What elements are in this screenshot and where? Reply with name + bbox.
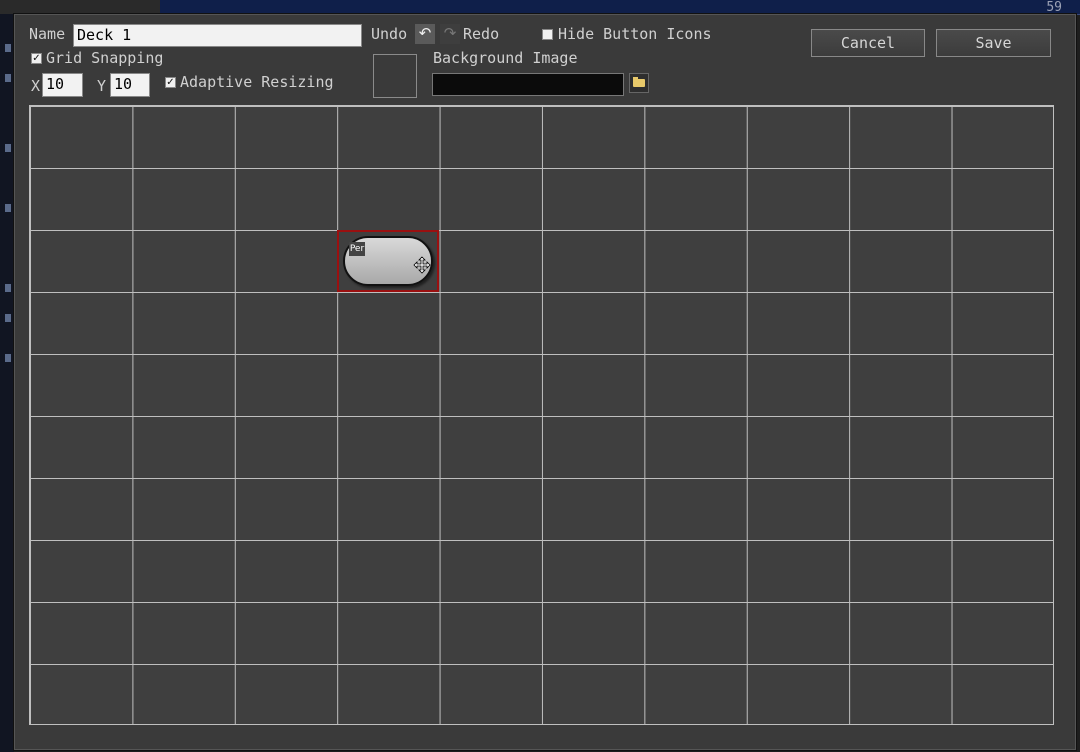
hide-icons-checkbox[interactable] bbox=[542, 29, 553, 40]
cancel-button[interactable]: Cancel bbox=[811, 29, 925, 57]
name-label: Name bbox=[29, 25, 66, 43]
y-label: Y bbox=[97, 77, 107, 95]
grid-x-input[interactable]: 10 bbox=[42, 73, 83, 97]
background-app-titlebar: 59 bbox=[160, 0, 1080, 15]
background-corner-number: 59 bbox=[1046, 0, 1062, 15]
button-type-badge: Per bbox=[349, 242, 365, 256]
background-image-input[interactable] bbox=[432, 73, 624, 96]
folder-icon[interactable] bbox=[629, 73, 649, 93]
move-cursor-icon bbox=[413, 256, 431, 274]
deck-button[interactable]: Per bbox=[343, 236, 433, 286]
redo-icon[interactable]: ↷ bbox=[440, 24, 460, 44]
deck-editor-dialog: Name Deck 1 Undo ↶ ↷ Redo Hide Button Ic… bbox=[14, 14, 1076, 750]
x-label: X bbox=[31, 77, 41, 95]
hide-icons-label: Hide Button Icons bbox=[558, 25, 712, 43]
deck-name-input[interactable]: Deck 1 bbox=[73, 24, 362, 47]
deck-grid[interactable]: Per bbox=[29, 105, 1054, 725]
background-image-label: Background Image bbox=[433, 49, 578, 67]
background-color-swatch[interactable] bbox=[373, 54, 417, 98]
adaptive-resizing-checkbox[interactable]: ✓ bbox=[165, 77, 176, 88]
background-app-sidebar bbox=[0, 14, 14, 752]
grid-y-input[interactable]: 10 bbox=[110, 73, 150, 97]
redo-label: Redo bbox=[463, 25, 500, 43]
save-button[interactable]: Save bbox=[936, 29, 1051, 57]
selected-button-outline[interactable]: Per bbox=[337, 230, 439, 292]
grid-snapping-label: Grid Snapping bbox=[46, 49, 164, 67]
grid-snapping-checkbox[interactable]: ✓ bbox=[31, 53, 42, 64]
undo-icon[interactable]: ↶ bbox=[415, 24, 435, 44]
adaptive-resizing-label: Adaptive Resizing bbox=[180, 73, 334, 91]
undo-label: Undo bbox=[371, 25, 408, 43]
